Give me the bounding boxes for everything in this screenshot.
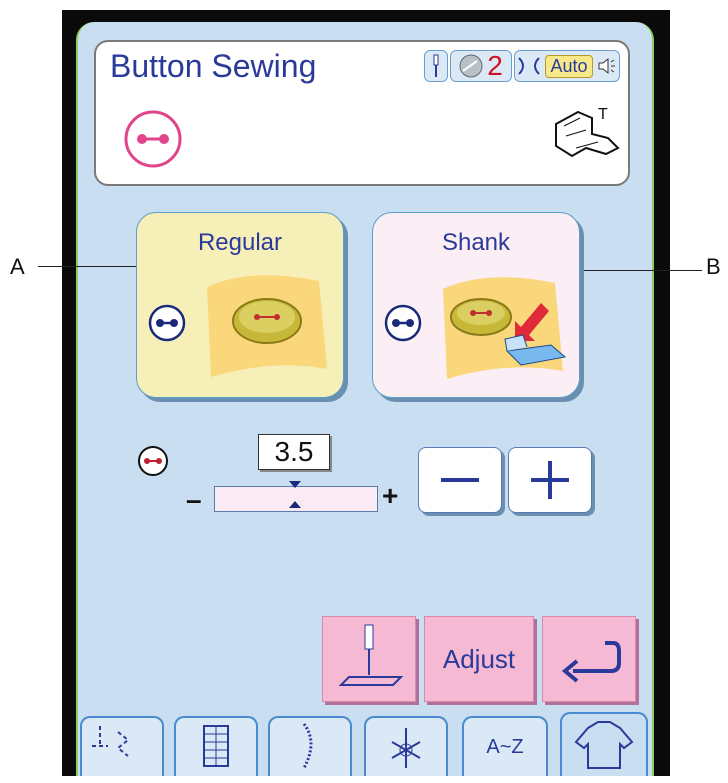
needle-count: 2 bbox=[487, 50, 503, 81]
tension-indicator: Auto bbox=[514, 50, 620, 82]
decrease-button[interactable] bbox=[418, 447, 502, 513]
shirt-icon bbox=[574, 721, 634, 769]
callout-a-line bbox=[38, 266, 144, 267]
speaker-icon bbox=[598, 57, 615, 75]
needle-position-icon bbox=[338, 624, 404, 686]
callout-a: A bbox=[10, 254, 25, 279]
increase-button[interactable] bbox=[508, 447, 592, 513]
tab-garment[interactable] bbox=[560, 712, 648, 776]
bottom-tab-bar: A~Z bbox=[76, 712, 650, 776]
status-bar: 2 Auto bbox=[424, 50, 620, 82]
needle-position-button[interactable] bbox=[322, 616, 416, 702]
tab-decorative[interactable] bbox=[268, 716, 352, 776]
width-value: 3.5 bbox=[258, 434, 330, 470]
tab-alphabet-label: A~Z bbox=[486, 735, 524, 758]
return-icon bbox=[561, 641, 621, 683]
decorative-stitch-icon bbox=[302, 723, 313, 769]
plus-icon bbox=[531, 461, 569, 499]
flower-stitch-icon bbox=[391, 728, 421, 768]
width-slider[interactable] bbox=[214, 481, 378, 512]
needle-icon bbox=[424, 50, 448, 82]
tab-buttonholes[interactable] bbox=[174, 716, 258, 776]
tab-applique[interactable] bbox=[364, 716, 448, 776]
button-stitch-icon bbox=[384, 304, 422, 342]
presser-foot-icon bbox=[555, 110, 620, 158]
slider-marker-top bbox=[289, 481, 301, 488]
regular-panel[interactable]: Regular bbox=[136, 212, 344, 398]
utility-stitch-icon bbox=[92, 726, 130, 757]
auto-badge: Auto bbox=[545, 54, 593, 78]
return-button[interactable] bbox=[542, 616, 636, 702]
button-stitch-icon bbox=[124, 110, 182, 168]
header-panel: Button Sewing 2 Auto T bbox=[94, 40, 630, 186]
page-title: Button Sewing bbox=[110, 48, 317, 84]
button-stitch-icon bbox=[148, 304, 186, 342]
slider-plus-sign: + bbox=[382, 480, 399, 511]
regular-button-illustration bbox=[207, 275, 327, 377]
tab-utility-stitches[interactable] bbox=[80, 716, 164, 776]
thread-tension-icon bbox=[518, 57, 541, 75]
slider-marker-bottom bbox=[289, 501, 301, 508]
callout-b-line bbox=[580, 270, 702, 271]
buttonhole-icon bbox=[203, 725, 229, 767]
bobbin-icon bbox=[459, 54, 483, 78]
tab-alphabet[interactable]: A~Z bbox=[462, 716, 548, 776]
shank-panel[interactable]: Shank bbox=[372, 212, 580, 398]
shank-label: Shank bbox=[441, 229, 511, 256]
button-width-icon bbox=[138, 446, 168, 476]
adjust-button[interactable]: Adjust bbox=[424, 616, 534, 702]
minus-icon bbox=[441, 478, 479, 482]
slider-minus-sign: – bbox=[186, 484, 202, 515]
adjust-label: Adjust bbox=[442, 643, 516, 674]
callout-b: B bbox=[706, 254, 721, 279]
regular-label: Regular bbox=[197, 229, 283, 256]
shank-button-illustration bbox=[443, 277, 567, 379]
bobbin-indicator: 2 bbox=[450, 50, 512, 82]
